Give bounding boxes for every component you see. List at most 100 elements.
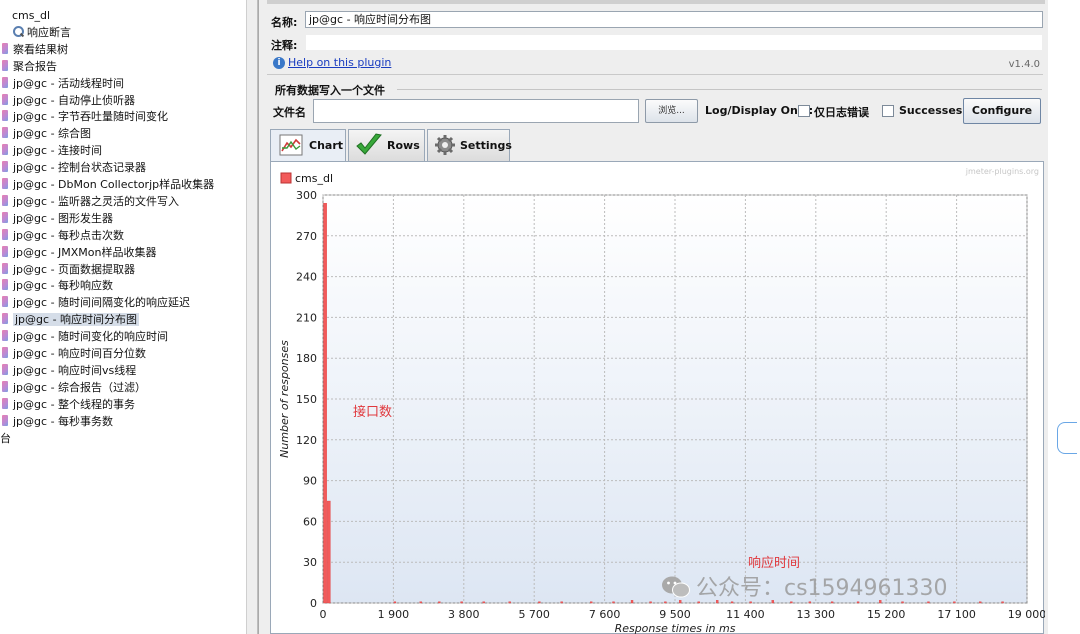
listener-icon [2,397,8,409]
tree-item[interactable]: 台 [0,431,11,447]
tree-item[interactable]: jp@gc - 随时间变化的响应时间 [2,329,168,345]
filename-input[interactable] [313,99,639,123]
tree-item[interactable]: 察看结果树 [2,42,68,58]
tree-item[interactable]: cms_dl [12,8,50,24]
floating-side-handle[interactable] [1057,422,1077,454]
listener-icon [2,347,8,358]
info-icon: i [273,57,285,69]
y-tick-label: 60 [303,515,317,528]
listener-icon [2,161,8,173]
split-pane-divider[interactable] [246,0,258,634]
listener-icon [2,380,8,392]
histogram-bar [393,601,397,604]
tree-item-label: jp@gc - 图形发生器 [13,211,114,225]
tree-item[interactable]: jp@gc - 随时间间隔变化的响应延迟 [2,295,190,311]
tree-item-label: cms_dl [12,9,51,22]
y-tick-label: 150 [296,393,317,406]
response-time-distribution-chart: 0 30 60 90 120 150 180 210 240 270 300 0 1 900 3 800 5… [270,161,1045,634]
tree-item[interactable]: jp@gc - 每秒响应数 [2,278,113,294]
tree-item[interactable]: jp@gc - 响应时间分布图 [2,312,140,328]
successes-checkbox[interactable] [882,105,894,117]
chart-watermark: jmeter-plugins.org [965,167,1039,176]
histogram-bar [460,601,463,604]
histogram-bar [508,601,511,604]
listener-icon [2,245,8,257]
tree-item[interactable]: jp@gc - 自动停止侦听器 [2,93,135,109]
tree-item[interactable]: jp@gc - 每秒事务数 [2,414,113,430]
test-plan-tree[interactable]: cms_dl 响应断言 察看结果树 聚合报告 jp@gc - 活动线程时间 jp@gc -… [0,0,246,634]
listener-icon [2,313,8,325]
tree-item-label: jp@gc - 每秒响应数 [13,279,114,293]
gear-icon [435,135,455,155]
tree-item[interactable]: jp@gc - 字节吞吐量随时间变化 [2,109,168,125]
histogram-bar [438,601,441,604]
tree-item[interactable]: jp@gc - JMXMon样品收集器 [2,245,157,261]
tree-item[interactable]: jp@gc - 每秒点击次数 [2,228,124,244]
tree-item-label: jp@gc - 连接时间 [13,144,103,158]
histogram-bar [630,600,634,604]
listener-icon [2,363,8,375]
tab-chart[interactable]: Chart [270,129,346,162]
tree-item-label: 察看结果树 [13,42,68,56]
tree-item-label: jp@gc - 页面数据提取器 [13,262,136,276]
tree-item-label: jp@gc - JMXMon样品收集器 [13,245,157,259]
tree-item-label: 聚合报告 [13,59,57,73]
histogram-bar [323,203,327,604]
x-tick-label: 15 200 [867,608,906,621]
tree-item[interactable]: jp@gc - 控制台状态记录器 [2,160,146,176]
plugin-version: v1.4.0 [1008,59,1040,70]
tree-item[interactable]: jp@gc - 活动线程时间 [2,76,124,92]
listener-icon [2,296,8,308]
y-tick-label: 210 [296,311,317,324]
tree-item[interactable]: 聚合报告 [2,59,57,75]
comment-label: 注释: [271,39,298,52]
errors-only-checkbox[interactable] [798,105,810,117]
tree-item[interactable]: jp@gc - 综合图 [2,126,91,142]
tree-item[interactable]: jp@gc - 整个线程的事务 [2,397,135,413]
tree-item[interactable]: jp@gc - DbMon Collectorjp样品收集器 [2,177,214,193]
listener-icon [2,414,8,426]
x-tick-label: 13 300 [797,608,836,621]
divider [267,74,1043,75]
tree-item[interactable]: jp@gc - 综合报告（过滤） [2,380,146,396]
filename-label: 文件名 [273,106,306,119]
file-group-title: 所有数据写入一个文件 [275,84,385,97]
tree-item[interactable]: jp@gc - 响应时间vs线程 [2,363,136,379]
y-tick-label: 270 [296,230,317,243]
histogram-bar [953,601,956,604]
comment-field[interactable] [305,34,1043,51]
y-tick-label: 180 [296,352,317,365]
listener-icon [2,127,8,139]
name-field[interactable]: jp@gc - 响应时间分布图 [305,11,1043,28]
panel-top-border [267,0,1045,4]
tree-item-label: jp@gc - 每秒点击次数 [13,228,125,242]
tab-rows[interactable]: Rows [348,129,425,161]
tree-item-label: jp@gc - 监听器之灵活的文件写入 [13,194,180,208]
tree-item[interactable]: jp@gc - 图形发生器 [2,211,113,227]
tree-item[interactable]: 响应断言 [12,25,71,41]
watermark-text: 公众号：cs1594961330 [696,576,948,601]
tab-settings[interactable]: Settings [427,129,512,161]
tree-item[interactable]: jp@gc - 监听器之灵活的文件写入 [2,194,179,210]
page-right-edge [1048,0,1080,634]
tree-item-label: jp@gc - DbMon Collectorjp样品收集器 [13,178,215,191]
listener-icon [2,228,8,240]
histogram-bar [1001,601,1004,604]
tree-item-label: jp@gc - 字节吞吐量随时间变化 [13,110,169,124]
y-tick-label: 120 [296,434,317,447]
histogram-bar [538,601,541,604]
listener-icon [2,194,8,206]
configure-button[interactable]: Configure [963,98,1041,124]
listener-icon [2,330,8,342]
x-tick-label: 0 [320,608,327,621]
browse-button[interactable]: 浏览... [645,99,698,123]
listener-icon [2,110,8,122]
tree-item[interactable]: jp@gc - 连接时间 [2,143,102,159]
histogram-bar [979,601,982,604]
listener-icon [2,178,8,189]
tree-row-partial [12,0,232,4]
x-tick-label: 3 800 [448,608,480,621]
help-link[interactable]: Help on this plugin [288,56,391,69]
tree-item[interactable]: jp@gc - 响应时间百分位数 [2,346,146,362]
tree-item[interactable]: jp@gc - 页面数据提取器 [2,262,135,278]
